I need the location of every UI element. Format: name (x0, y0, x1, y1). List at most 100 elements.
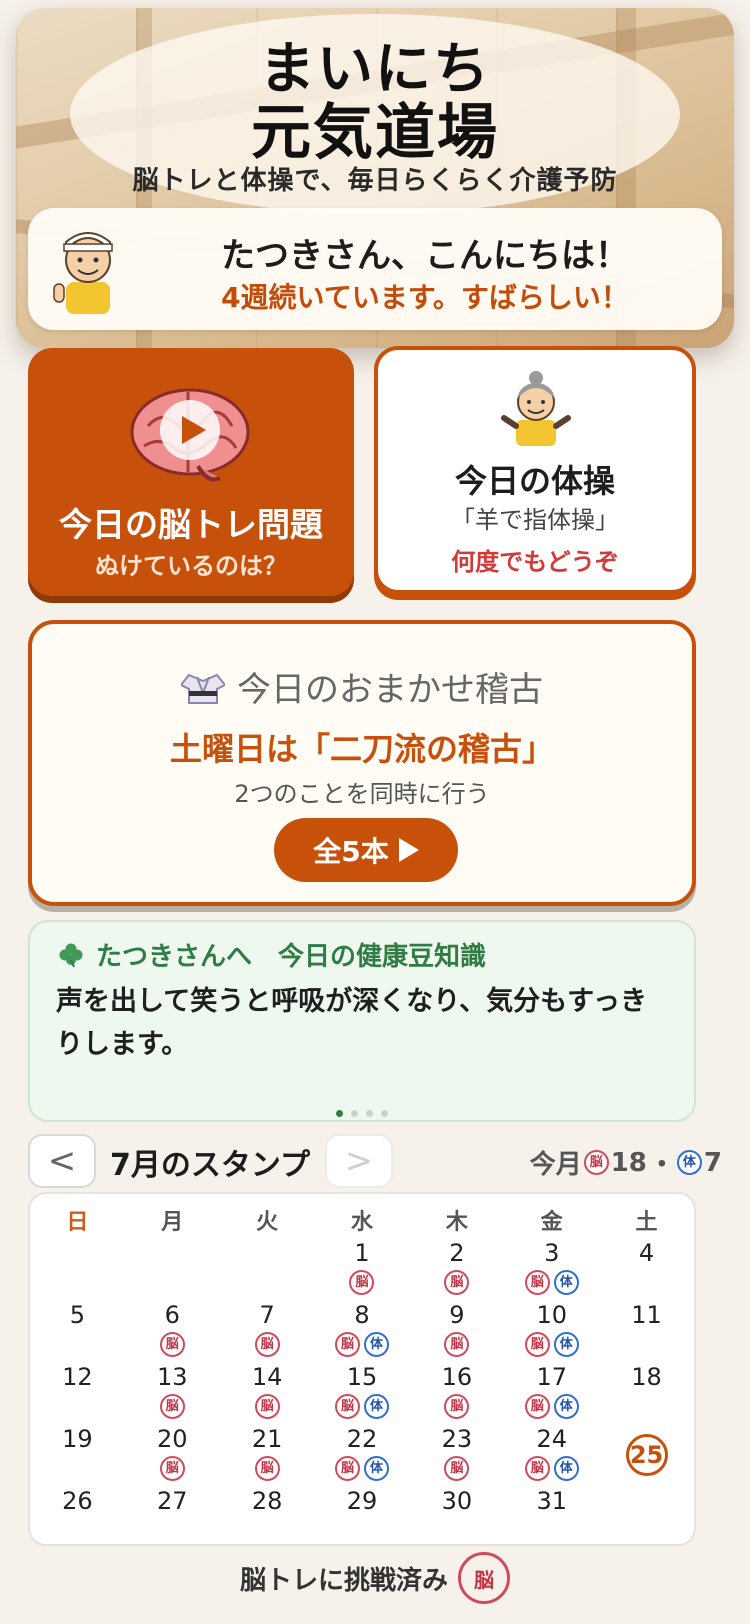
day-number: 23 (441, 1425, 473, 1453)
calendar-day: 25 (599, 1424, 694, 1486)
calendar-day: 28 (220, 1486, 315, 1548)
brain-stamp-icon: 脳 (524, 1456, 550, 1481)
calendar-day: 6脳 (125, 1300, 220, 1362)
calendar-week: 1脳2脳3脳体4 (30, 1238, 694, 1300)
brain-card-subtitle: ぬけているのは？ (95, 552, 287, 580)
pager-dot[interactable] (351, 1110, 358, 1117)
day-number: 28 (251, 1487, 283, 1515)
brain-stamp-icon: 脳 (159, 1332, 185, 1357)
tip-pager[interactable] (30, 1102, 694, 1121)
app-logo-line2: 元気道場 (251, 98, 499, 168)
day-number: 5 (69, 1301, 86, 1329)
day-number: 12 (62, 1363, 93, 1391)
body-stamp-icon: 体 (363, 1456, 389, 1481)
pager-dot[interactable] (336, 1110, 343, 1117)
calendar-week: 19 20 脳 21 脳 22 脳体 23 脳 24 脳体 25 (30, 1424, 694, 1486)
calendar-empty-cell (220, 1238, 315, 1300)
exercise-card-title: 今日の体操 (454, 462, 615, 500)
day-number: 2 (449, 1239, 465, 1267)
calendar-day: 2脳 (409, 1238, 504, 1300)
day-number: 29 (346, 1487, 378, 1515)
day-number: 30 (441, 1487, 473, 1515)
day-number: 7 (259, 1301, 275, 1329)
calendar-day: 11 (599, 1300, 694, 1362)
weekday-label: 火 (256, 1210, 279, 1235)
body-stamp-icon: 体 (553, 1270, 579, 1295)
day-number: 15 (346, 1363, 378, 1391)
calendar-day: 17 脳体 (504, 1362, 599, 1424)
brain-stamp-icon: 脳 (444, 1456, 470, 1481)
prev-month-button[interactable]: < (28, 1134, 96, 1188)
calendar-day: 24 脳体 (504, 1424, 599, 1486)
play-triangle-icon (398, 838, 419, 862)
next-month-button[interactable]: > (325, 1134, 393, 1188)
calendar-day: 29 (315, 1486, 410, 1548)
day-number: 17 (536, 1363, 567, 1391)
brain-training-card[interactable]: 今日の脳トレ問題 ぬけているのは？ (28, 348, 354, 596)
day-number: 31 (536, 1487, 567, 1515)
exercise-card-note: 何度でもどうぞ (451, 548, 619, 576)
exercise-card[interactable]: 今日の体操 「羊で指体操」 何度でもどうぞ (374, 346, 696, 594)
calendar-day: 19 (30, 1424, 125, 1486)
brain-stamp-icon: 脳 (254, 1456, 280, 1481)
weekday-label: 水 (350, 1210, 373, 1235)
day-number: 26 (62, 1487, 93, 1515)
brain-stamp-icon: 脳 (254, 1332, 280, 1357)
calendar-empty-cell (30, 1238, 125, 1300)
greeting-box: たつきさん、こんにちは！ 4週続いています。すばらしい！ (28, 208, 722, 330)
calendar-body: 1 脳 2 脳 3 脳体 4 5 6 脳 7 脳 8 脳体 9 脳 10 脳体 11 12 13 脳 14 脳 15 脳体 16 脳 1… (30, 1238, 694, 1548)
body-stamp-icon: 体 (363, 1332, 389, 1357)
brain-count: 18 (610, 1147, 647, 1178)
calendar-day: 21 脳 (220, 1424, 315, 1486)
exercise-card-subtitle: 「羊で指体操」 (451, 506, 619, 534)
calendar-day: 30 (409, 1486, 504, 1548)
grandpa-avatar-icon (53, 232, 113, 314)
streak-text: 4週続いています。すばらしい！ (221, 281, 629, 314)
body-stamp-icon: 体 (363, 1394, 389, 1419)
calendar-day: 14 脳 (220, 1362, 315, 1424)
day-number: 20 (157, 1425, 188, 1453)
big-brain-stamp-icon: 脳 (458, 1552, 510, 1604)
pager-dot[interactable] (381, 1110, 388, 1117)
omakase-description: 2つのことを同時に行う (234, 780, 490, 808)
start-practice-button[interactable]: 全5本 (274, 818, 458, 882)
brain-stamp-icon: 脳 (334, 1456, 360, 1481)
weekday-label: 木 (445, 1210, 468, 1235)
calendar-day: 15 脳体 (315, 1362, 410, 1424)
calendar-day: 13 脳 (125, 1362, 220, 1424)
tip-body: 声を出して笑うと呼吸が深くなり、気分もすっきりします。 (56, 986, 648, 1060)
count-separator: ・ (648, 1150, 675, 1180)
day-number: 24 (536, 1425, 567, 1453)
calendar-day: 7脳 (220, 1300, 315, 1362)
calendar-day: 16 脳 (409, 1362, 504, 1424)
tip-heading: たつきさんへ 今日の健康豆知識 (58, 936, 486, 973)
calendar-week: 5 6 脳 7 脳 8 脳体 9 脳 10 脳体 11 (30, 1300, 694, 1362)
count-prefix: 今月 (529, 1150, 582, 1180)
dogi-icon (181, 673, 225, 704)
health-tip-card[interactable]: たつきさんへ 今日の健康豆知識 声を出して笑うと呼吸が深くなり、気分もすっきりし… (28, 920, 696, 1122)
body-stamp-icon: 体 (553, 1332, 579, 1357)
day-number: 18 (631, 1363, 662, 1391)
brain-stamp-icon: 脳 (159, 1456, 185, 1481)
calendar-week: 26 27 28 29 30 31 (30, 1486, 694, 1548)
app-subtitle: 脳トレと体操で、毎日らくらく介護予防 (132, 166, 618, 196)
calendar-day: 27 (125, 1486, 220, 1548)
day-number: 9 (449, 1301, 465, 1329)
day-number: 14 (251, 1363, 283, 1391)
calendar-week: 12 13 脳 14 脳 15 脳体 16 脳 17 脳体 18 (30, 1362, 694, 1424)
day-number: 27 (157, 1487, 188, 1515)
weekday-label: 月 (161, 1210, 184, 1235)
omakase-theme: 土曜日は「二刀流の稽古」 (169, 730, 554, 768)
greeting-text: たつきさん、こんにちは！ (221, 236, 629, 276)
pager-dot[interactable] (366, 1110, 373, 1117)
body-stamp-icon: 体 (553, 1456, 579, 1481)
calendar-day: 4 (599, 1238, 694, 1300)
stamp-calendar-title: 7月のスタンプ (110, 1148, 310, 1183)
calendar-day: 3 脳体 (504, 1238, 599, 1300)
calendar-day: 23 脳 (409, 1424, 504, 1486)
day-number: 13 (157, 1363, 188, 1391)
brain-stamp-icon: 脳 (444, 1332, 470, 1357)
tip-heading-text: たつきさんへ 今日の健康豆知識 (96, 942, 487, 972)
calendar-day: 26 (30, 1486, 125, 1548)
day-number: 21 (251, 1425, 283, 1453)
